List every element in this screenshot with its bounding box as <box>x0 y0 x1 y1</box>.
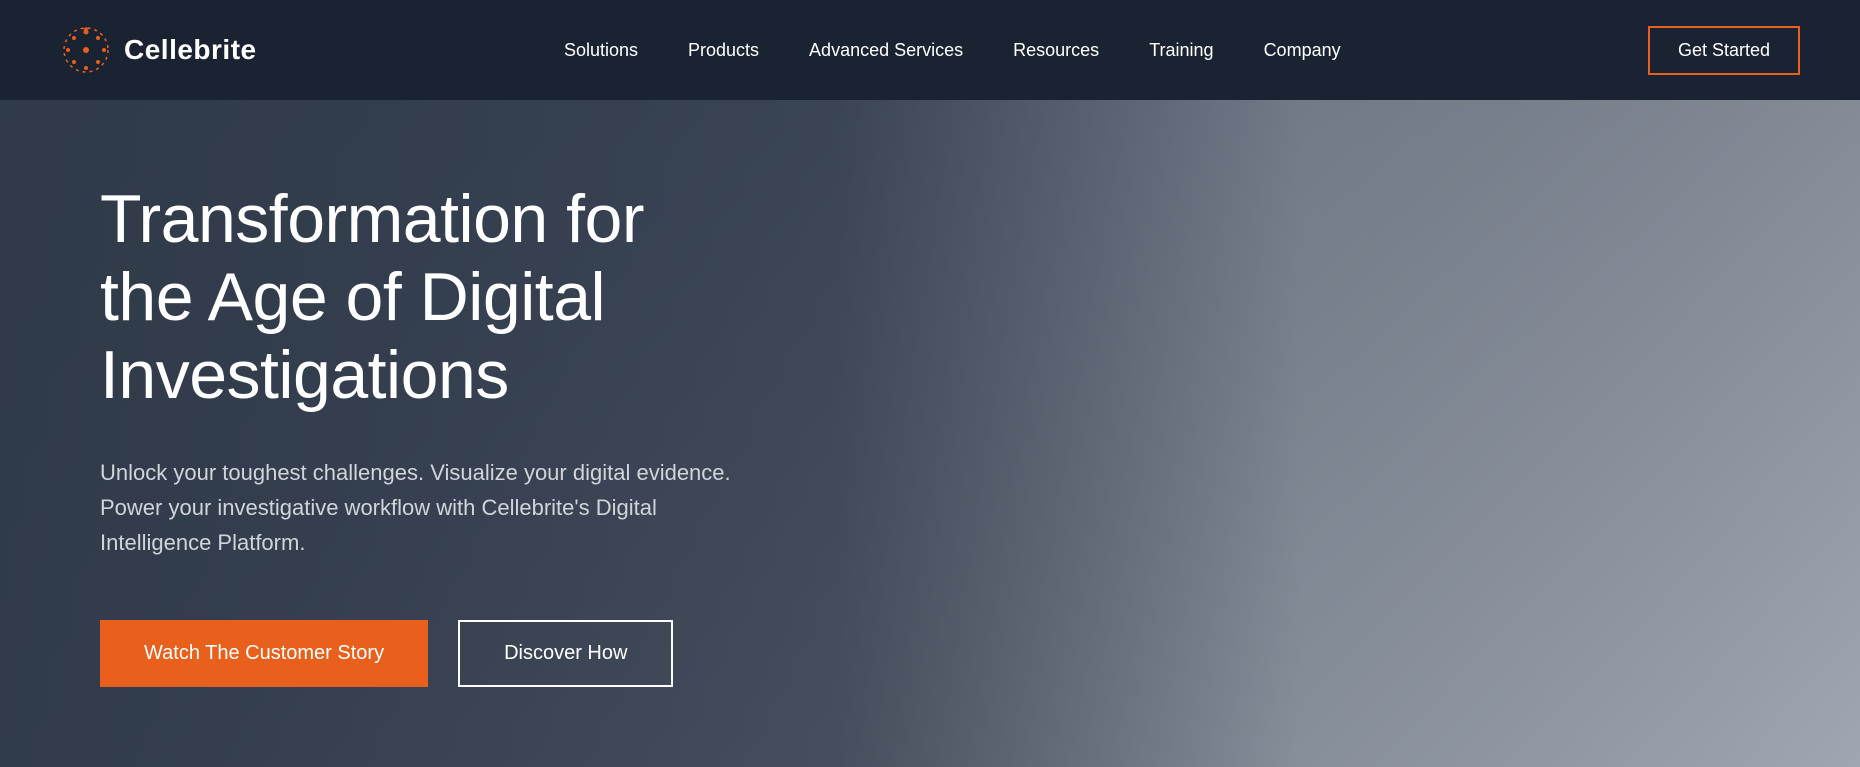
brand-name: Cellebrite <box>124 34 257 66</box>
get-started-button[interactable]: Get Started <box>1648 26 1800 75</box>
hero-subtitle: Unlock your toughest challenges. Visuali… <box>100 455 750 561</box>
logo-area[interactable]: Cellebrite <box>60 24 257 76</box>
navbar: Cellebrite Solutions Products Advanced S… <box>0 0 1860 100</box>
nav-item-training[interactable]: Training <box>1129 32 1233 69</box>
hero-section: Transformation for the Age of Digital In… <box>0 100 1860 767</box>
nav-item-products[interactable]: Products <box>668 32 779 69</box>
watch-customer-story-button[interactable]: Watch The Customer Story <box>100 620 428 687</box>
hero-title: Transformation for the Age of Digital In… <box>100 180 750 415</box>
discover-how-button[interactable]: Discover How <box>458 620 673 687</box>
navbar-cta: Get Started <box>1648 26 1800 75</box>
nav-item-advanced-services[interactable]: Advanced Services <box>789 32 983 69</box>
hero-content: Transformation for the Age of Digital In… <box>0 100 850 767</box>
cellebrite-logo-icon <box>60 24 112 76</box>
nav-item-resources[interactable]: Resources <box>993 32 1119 69</box>
nav-item-solutions[interactable]: Solutions <box>544 32 658 69</box>
hero-buttons: Watch The Customer Story Discover How <box>100 620 750 687</box>
nav-menu: Solutions Products Advanced Services Res… <box>544 32 1361 69</box>
nav-item-company[interactable]: Company <box>1244 32 1361 69</box>
